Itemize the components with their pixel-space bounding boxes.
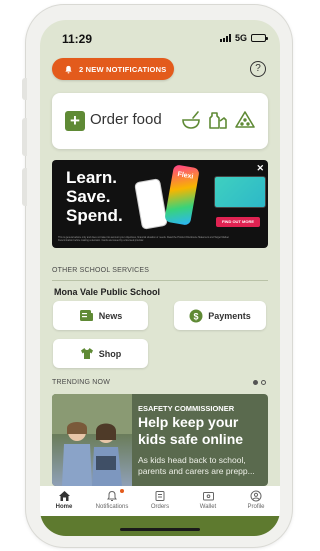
- promo-banner[interactable]: Learn. Save. Spend. Flexi FIND OUT MORE …: [52, 160, 268, 248]
- mute-switch: [22, 78, 27, 100]
- bottom-brand-strip: [40, 516, 280, 536]
- newspaper-icon: [79, 310, 93, 321]
- shop-label: Shop: [98, 348, 122, 359]
- status-bar: 11:29 5G: [40, 20, 280, 54]
- payments-button[interactable]: $ Payments: [174, 301, 266, 330]
- status-indicators: 5G: [219, 33, 268, 43]
- ad-phone-image: [134, 178, 168, 230]
- notifications-button[interactable]: 2 NEW NOTIFICATIONS: [52, 58, 174, 80]
- ad-headline-save: Save.: [66, 187, 111, 206]
- profile-icon: [250, 490, 262, 502]
- trending-card[interactable]: ESAFETY COMMISSIONER Help keep your kids…: [52, 394, 268, 486]
- notification-badge: [120, 489, 124, 493]
- network-type: 5G: [234, 33, 247, 43]
- home-indicator[interactable]: [120, 528, 200, 531]
- battery-icon: [251, 34, 268, 42]
- children-photo: [52, 394, 132, 486]
- tab-profile-label: Profile: [247, 504, 265, 510]
- orders-icon: [155, 491, 165, 501]
- news-label: News: [98, 310, 123, 321]
- bell-icon: [107, 490, 117, 501]
- ad-flexi-card-image: Flexi: [164, 164, 200, 226]
- svg-text:$: $: [194, 311, 199, 321]
- tab-orders[interactable]: Orders: [136, 486, 184, 516]
- tab-wallet-label: Wallet: [199, 504, 217, 510]
- carousel-dots[interactable]: [253, 380, 266, 385]
- dollar-icon: $: [189, 309, 203, 322]
- tab-home[interactable]: Home: [40, 486, 88, 516]
- find-out-more-button[interactable]: FIND OUT MORE: [216, 217, 260, 227]
- tab-profile[interactable]: Profile: [232, 486, 280, 516]
- news-button[interactable]: News: [53, 301, 148, 330]
- home-icon: [58, 491, 70, 501]
- ad-fine-print: This is general advice only and does not…: [58, 236, 229, 242]
- bowl-icon: [182, 111, 200, 129]
- ad-bank-card-image: [214, 176, 266, 208]
- carousel-dot[interactable]: [261, 380, 266, 385]
- volume-down-button: [22, 168, 27, 206]
- ad-headline-learn: Learn.: [66, 168, 118, 187]
- section-divider: [52, 280, 268, 281]
- tab-home-label: Home: [55, 504, 73, 510]
- volume-up-button: [22, 118, 27, 156]
- order-food-icons: [180, 109, 256, 131]
- bell-icon: [65, 65, 72, 73]
- tab-notifications[interactable]: Notifications: [88, 486, 136, 516]
- trending-title: Help keep your kids safe online: [138, 414, 244, 447]
- order-food-label: Order food: [90, 111, 162, 128]
- tshirt-icon: [80, 348, 93, 359]
- signal-icon: [219, 34, 231, 42]
- help-icon[interactable]: ?: [250, 61, 266, 77]
- status-time: 11:29: [62, 32, 93, 46]
- ad-logo: Flexi: [176, 170, 194, 181]
- tab-orders-label: Orders: [150, 504, 170, 510]
- bottom-tab-bar: Home Notifications Orders Wallet Profile: [40, 486, 280, 516]
- notifications-label: 2 NEW NOTIFICATIONS: [79, 64, 167, 74]
- close-icon[interactable]: ✕: [256, 163, 264, 174]
- school-name: Mona Vale Public School: [54, 287, 161, 297]
- bottle-icon: [209, 112, 227, 129]
- payments-label: Payments: [208, 310, 251, 321]
- watermelon-icon: [235, 111, 255, 128]
- shop-button[interactable]: Shop: [53, 339, 148, 368]
- order-food-card[interactable]: + Order food: [52, 93, 268, 149]
- plus-icon: +: [65, 111, 85, 131]
- trending-heading: TRENDING NOW: [52, 379, 111, 386]
- trending-body: As kids head back to school, parents and…: [138, 455, 255, 476]
- trending-eyebrow: ESAFETY COMMISSIONER: [138, 404, 235, 413]
- tab-wallet[interactable]: Wallet: [184, 486, 232, 516]
- carousel-dot[interactable]: [253, 380, 258, 385]
- app-screen: 11:29 5G 2 NEW NOTIFICATIONS ? + Order f…: [40, 20, 280, 536]
- tab-notifications-label: Notifications: [95, 504, 129, 510]
- ad-headline-spend: Spend.: [66, 206, 123, 225]
- wallet-icon: [202, 492, 214, 501]
- other-services-heading: OTHER SCHOOL SERVICES: [52, 267, 150, 274]
